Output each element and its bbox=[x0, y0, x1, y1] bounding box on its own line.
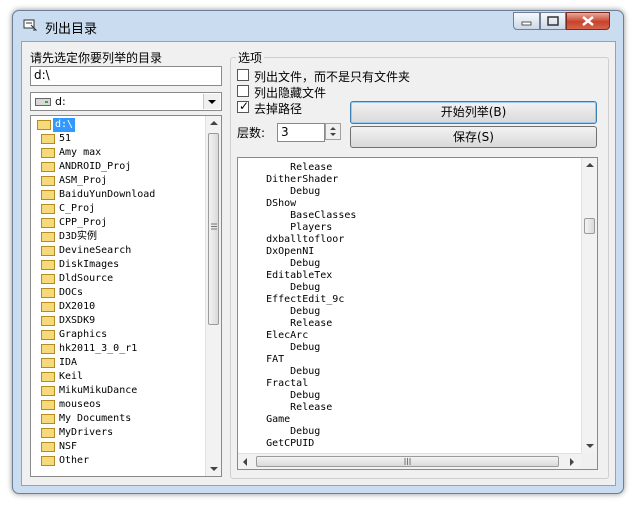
drive-value: d: bbox=[55, 95, 66, 108]
options-group-label: 选项 bbox=[236, 49, 265, 66]
folder-icon bbox=[41, 246, 55, 256]
folder-icon bbox=[41, 330, 55, 340]
start-list-button[interactable]: 开始列举(B) bbox=[350, 101, 597, 124]
levels-input[interactable]: 3 bbox=[277, 123, 325, 142]
folder-icon bbox=[41, 148, 55, 158]
output-horizontal-scrollbar[interactable] bbox=[238, 453, 581, 470]
folder-icon bbox=[41, 232, 55, 242]
save-button[interactable]: 保存(S) bbox=[350, 126, 597, 148]
path-input[interactable]: d:\ bbox=[30, 66, 222, 86]
check-icon: ✓ bbox=[239, 99, 250, 113]
directory-scrollbar[interactable] bbox=[205, 116, 222, 476]
strip-path-checkbox[interactable]: ✓ bbox=[237, 99, 250, 113]
output-line: Debug bbox=[242, 390, 321, 401]
main-window: 列出目录 请先选定你要列举的目录 d:\ d: d:\ 51 Amy max A… bbox=[12, 10, 624, 494]
output-line: FAT bbox=[242, 354, 285, 365]
output-line: Debug bbox=[242, 282, 321, 293]
levels-label: 层数: bbox=[237, 126, 266, 140]
output-line: Debug bbox=[242, 258, 321, 269]
strip-path-label: 去掉路径 bbox=[254, 102, 303, 116]
maximize-button[interactable] bbox=[540, 12, 566, 30]
scroll-thumb[interactable] bbox=[208, 133, 219, 325]
folder-icon bbox=[41, 400, 55, 410]
folder-icon bbox=[41, 274, 55, 284]
folder-icon bbox=[41, 386, 55, 396]
folder-icon bbox=[41, 428, 55, 438]
list-files-label: 列出文件，而不是只有文件夹 bbox=[254, 70, 411, 84]
minimize-icon bbox=[521, 21, 532, 26]
scroll-right-icon[interactable] bbox=[565, 454, 579, 470]
output-textbox[interactable]: Release DitherShader Debug DShow BaseCla… bbox=[237, 157, 598, 470]
levels-spinner[interactable] bbox=[325, 123, 341, 140]
horizontal-scroll-thumb[interactable] bbox=[256, 456, 559, 467]
output-line: DxOpenNI bbox=[242, 246, 315, 257]
maximize-icon bbox=[547, 16, 559, 26]
folder-icon bbox=[41, 456, 55, 466]
output-line: DShow bbox=[242, 198, 297, 209]
folder-icon bbox=[41, 190, 55, 200]
output-line: EditableTex bbox=[242, 270, 333, 281]
output-line: EffectEdit_9c bbox=[242, 294, 345, 305]
list-files-checkbox[interactable] bbox=[237, 69, 249, 81]
output-line: Fractal bbox=[242, 378, 309, 389]
list-item[interactable]: d:\ bbox=[35, 118, 83, 132]
output-line: Release bbox=[242, 162, 333, 173]
folder-icon bbox=[41, 344, 55, 354]
output-line: Players bbox=[242, 222, 333, 233]
folder-icon bbox=[41, 316, 55, 326]
list-hidden-checkbox[interactable] bbox=[237, 85, 249, 97]
output-line: DitherShader bbox=[242, 174, 339, 185]
spin-arrows-icon bbox=[330, 127, 336, 136]
directory-prompt-label: 请先选定你要列举的目录 bbox=[30, 51, 163, 65]
output-line: Debug bbox=[242, 186, 321, 197]
scroll-up-icon[interactable] bbox=[206, 116, 222, 130]
scroll-up-icon[interactable] bbox=[582, 158, 598, 172]
folder-icon bbox=[41, 218, 55, 228]
output-vertical-scrollbar[interactable] bbox=[581, 158, 598, 453]
title-bar[interactable]: 列出目录 bbox=[13, 11, 623, 41]
close-icon bbox=[582, 16, 594, 26]
grip-icon bbox=[211, 223, 217, 230]
directory-listbox[interactable]: d:\ 51 Amy max ANDROID_Proj ASM_Proj Bai… bbox=[30, 115, 222, 477]
scroll-down-icon[interactable] bbox=[582, 439, 598, 453]
dialog-client: 请先选定你要列举的目录 d:\ d: d:\ 51 Amy max ANDROI… bbox=[21, 41, 616, 486]
folder-icon bbox=[41, 134, 55, 144]
drive-icon bbox=[35, 98, 51, 106]
app-icon bbox=[23, 19, 37, 31]
folder-icon bbox=[41, 442, 55, 452]
output-line: GetCPUID bbox=[242, 438, 315, 449]
folder-icon bbox=[41, 414, 55, 424]
list-hidden-label: 列出隐藏文件 bbox=[254, 86, 327, 100]
folder-open-icon bbox=[37, 120, 51, 130]
folder-icon bbox=[41, 162, 55, 172]
scroll-left-icon[interactable] bbox=[238, 454, 252, 470]
drive-dropdown-button[interactable] bbox=[203, 94, 220, 109]
folder-icon bbox=[41, 260, 55, 270]
folder-icon bbox=[41, 288, 55, 298]
output-line: Release bbox=[242, 318, 333, 329]
output-line: Release bbox=[242, 402, 333, 413]
output-line: ElecArc bbox=[242, 330, 309, 341]
scroll-down-icon[interactable] bbox=[206, 462, 222, 476]
grip-icon bbox=[404, 458, 411, 465]
folder-icon bbox=[41, 372, 55, 382]
scroll-thumb[interactable] bbox=[584, 218, 595, 234]
folder-icon bbox=[41, 204, 55, 214]
output-line: Debug bbox=[242, 342, 321, 353]
folder-icon bbox=[41, 358, 55, 368]
output-line: Debug bbox=[242, 426, 321, 437]
folder-icon bbox=[41, 176, 55, 186]
output-line: dxballtofloor bbox=[242, 234, 345, 245]
scrollbar-corner bbox=[581, 453, 597, 469]
folder-icon bbox=[41, 302, 55, 312]
chevron-down-icon bbox=[208, 100, 216, 104]
minimize-button[interactable] bbox=[513, 12, 540, 30]
output-line: Debug bbox=[242, 366, 321, 377]
output-line: Debug bbox=[242, 306, 321, 317]
output-line: BaseClasses bbox=[242, 210, 357, 221]
drive-select[interactable]: d: bbox=[30, 92, 222, 111]
window-title: 列出目录 bbox=[45, 22, 98, 37]
close-button[interactable] bbox=[566, 12, 610, 30]
output-line: Game bbox=[242, 414, 291, 425]
